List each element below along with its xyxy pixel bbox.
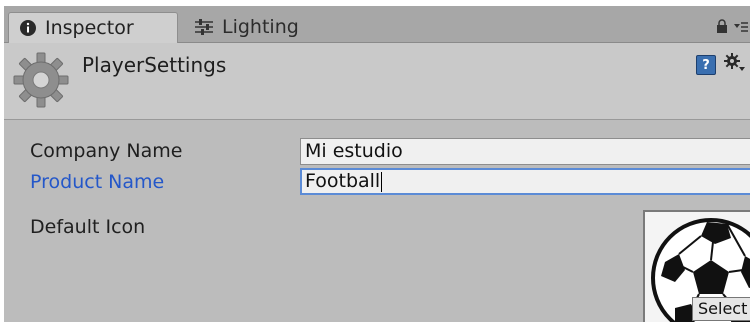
tab-inspector[interactable]: Inspector [8, 12, 178, 43]
gear-icon [12, 51, 70, 113]
header-controls: ? [696, 53, 746, 77]
product-name-value: Football [305, 170, 381, 192]
tab-inspector-label: Inspector [45, 17, 134, 39]
default-icon-label: Default Icon [30, 216, 146, 238]
lock-icon[interactable] [716, 18, 728, 37]
product-name-label: Product Name [30, 171, 165, 193]
product-name-field[interactable]: Football [300, 168, 750, 195]
inspector-window: Inspector Lighting PlayerSettings ? Comp… [4, 6, 750, 322]
select-icon-button[interactable]: Select [692, 297, 750, 321]
panel-menu-icon[interactable] [734, 18, 748, 37]
component-title: PlayerSettings [82, 53, 227, 77]
tab-bar: Inspector Lighting [4, 6, 750, 43]
inspector-body: Company Name Mi estudio Product Name Foo… [4, 120, 750, 322]
settings-cog-icon[interactable] [724, 53, 746, 77]
tab-lighting[interactable]: Lighting [192, 12, 352, 42]
tab-lighting-label: Lighting [222, 16, 299, 38]
tab-bar-controls [716, 18, 748, 37]
inspector-header: PlayerSettings ? [4, 43, 750, 120]
sliders-icon [194, 18, 214, 36]
help-book-icon[interactable]: ? [696, 55, 716, 75]
company-name-label: Company Name [30, 140, 183, 162]
company-name-value: Mi estudio [305, 140, 403, 162]
company-name-field[interactable]: Mi estudio [300, 138, 750, 165]
text-caret [381, 171, 383, 192]
info-icon [19, 19, 37, 37]
